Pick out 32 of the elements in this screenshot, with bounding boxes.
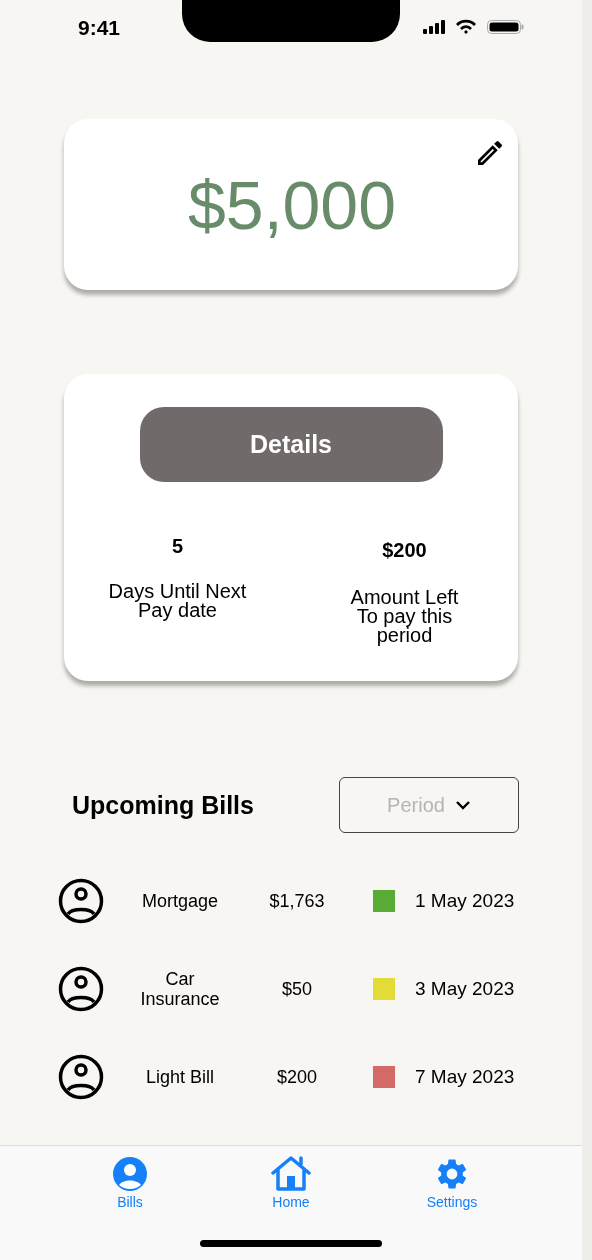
tab-item[interactable]: Settings bbox=[402, 1155, 502, 1211]
person-icon bbox=[57, 1053, 105, 1101]
bill-date: 7 May 2023 bbox=[415, 1066, 515, 1088]
tab-item[interactable]: Home bbox=[241, 1155, 341, 1211]
section-title: Upcoming Bills bbox=[72, 790, 255, 820]
bill-name: Mortgage bbox=[140, 891, 219, 911]
person-icon bbox=[57, 965, 105, 1013]
bill-row[interactable]: Mortgage $1,763 1 May 2023 bbox=[0, 877, 582, 925]
stat-value: 5 bbox=[171, 535, 184, 558]
tab-item[interactable]: Bills bbox=[80, 1155, 180, 1211]
wifi-icon bbox=[455, 19, 477, 35]
bill-amount: $1,763 bbox=[268, 890, 326, 912]
bill-amount: $200 bbox=[275, 1066, 318, 1088]
person-icon bbox=[112, 1156, 148, 1192]
status-time: 9:41 bbox=[78, 16, 121, 40]
stat-label: Amount Left To pay this period bbox=[349, 588, 460, 645]
bill-date: 3 May 2023 bbox=[415, 978, 515, 1000]
bill-name: Car Insurance bbox=[139, 969, 221, 1009]
battery-icon bbox=[487, 19, 524, 35]
chevron-down-icon bbox=[454, 799, 471, 811]
bill-row[interactable]: Light Bill $200 7 May 2023 bbox=[0, 1053, 582, 1101]
home-icon bbox=[271, 1156, 311, 1192]
bill-date: 1 May 2023 bbox=[415, 890, 515, 912]
stat-value: $200 bbox=[382, 539, 427, 562]
person-icon bbox=[57, 877, 105, 925]
stat-label: Days Until Next Pay date bbox=[107, 582, 248, 620]
bill-name: Light Bill bbox=[144, 1067, 215, 1087]
balance-amount: $5,000 bbox=[188, 165, 396, 244]
signal-icon bbox=[423, 19, 445, 35]
bill-row[interactable]: Car Insurance $50 3 May 2023 bbox=[0, 965, 582, 1013]
details-button[interactable]: Details bbox=[139, 407, 443, 482]
bill-amount: $50 bbox=[280, 978, 313, 1000]
